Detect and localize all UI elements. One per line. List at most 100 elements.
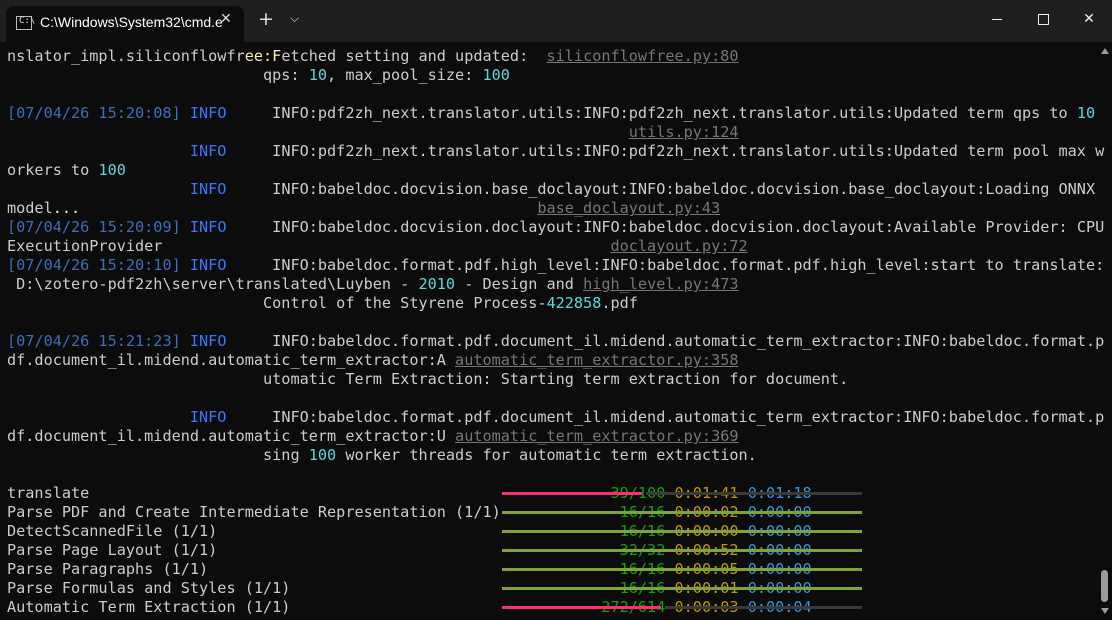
terminal-text: .pdf xyxy=(601,294,638,312)
terminal-text: 100 xyxy=(482,66,510,84)
terminal-line: model... base_doclayout.py:43 xyxy=(7,199,720,218)
terminal-text: etched setting and updated: xyxy=(281,47,547,65)
terminal-line: sing 100 worker threads for automatic te… xyxy=(7,446,757,465)
maximize-button[interactable] xyxy=(1020,0,1066,38)
terminal-text: D:\zotero-pdf2zh\server\translated\Luybe… xyxy=(7,275,419,293)
terminal-text: INFO xyxy=(189,104,227,122)
terminal-text: INFO:pdf2zh_next.translator.utils:INFO:p… xyxy=(226,104,1077,122)
terminal-text: automatic_term_extractor.py:369 xyxy=(455,427,739,445)
terminal-text: INFO:babeldoc.format.pdf.high_level:INFO… xyxy=(226,256,1105,274)
terminal-text: INFO:babeldoc.format.pdf.document_il.mid… xyxy=(226,332,1105,350)
terminal-line: [07/04/26 15:20:10] INFO INFO:babeldoc.f… xyxy=(7,256,1104,275)
terminal-line: utils.py:124 xyxy=(7,123,739,142)
terminal-line: qps: 10, max_pool_size: 100 xyxy=(7,66,510,85)
terminal-line: orkers to 100 xyxy=(7,161,126,180)
terminal-line: df.document_il.midend.automatic_term_ext… xyxy=(7,351,739,370)
terminal-text: 100 xyxy=(98,161,126,179)
progress-bar-complete xyxy=(502,530,862,533)
terminal-line: nslator_impl.siliconflowfree:Fetched set… xyxy=(7,47,739,66)
terminal-text: ee:F xyxy=(244,47,282,65)
scroll-up-icon[interactable] xyxy=(1101,48,1109,54)
progress-bar-remaining xyxy=(646,492,862,495)
terminal-text: Parse Page Layout (1/1) xyxy=(7,541,565,559)
terminal-text: INFO xyxy=(189,180,227,198)
terminal-text: df.document_il.midend.automatic_term_ext… xyxy=(7,351,456,369)
terminal-text: ... xyxy=(52,199,81,217)
terminal-text: DetectScannedFile (1/1) xyxy=(7,522,565,540)
terminal-text: INFO:babeldoc.docvision.base_doclayout:I… xyxy=(226,180,1096,198)
terminal-tab[interactable]: C:\ C:\Windows\System32\cmd.e ✕ xyxy=(6,6,244,42)
terminal-text: sing xyxy=(7,446,309,464)
cmd-icon: C:\ xyxy=(16,16,35,30)
terminal-text: INFO:pdf2zh_next.translator.utils:INFO:p… xyxy=(226,142,1105,160)
terminal-text: , max_pool_size: xyxy=(327,66,483,84)
terminal-text: - Design and xyxy=(455,275,584,293)
close-tab-icon[interactable]: ✕ xyxy=(220,11,232,27)
terminal-text: 422858 xyxy=(546,294,602,312)
terminal-text: [07/04/26 15:20:08] xyxy=(7,104,181,122)
terminal-line: [07/04/26 15:20:09] INFO INFO:babeldoc.d… xyxy=(7,218,1104,237)
terminal-text: Parse PDF and Create Intermediate Repres… xyxy=(7,503,565,521)
terminal-text: INFO xyxy=(189,256,227,274)
scroll-down-icon[interactable] xyxy=(1101,608,1109,614)
tab-title: C:\Windows\System32\cmd.e xyxy=(40,14,223,30)
terminal-output[interactable]: nslator_impl.siliconflowfree:Fetched set… xyxy=(7,47,1104,617)
terminal-text: 10 xyxy=(1076,104,1096,122)
title-bar: C:\ C:\Windows\System32\cmd.e ✕ + ⌵ ✕ xyxy=(0,0,1112,42)
terminal-text: INFO xyxy=(189,142,227,160)
terminal-line: Control of the Styrene Process-422858.pd… xyxy=(7,294,638,313)
progress-bar-fill xyxy=(502,492,642,495)
terminal-line: ExecutionProvider doclayout.py:72 xyxy=(7,237,748,256)
terminal-text: siliconflowfree.py:80 xyxy=(546,47,739,65)
terminal-text: base_doclayout.py:43 xyxy=(537,199,721,217)
progress-bar-fill xyxy=(502,606,661,609)
terminal-text: [07/04/26 15:20:10] xyxy=(7,256,181,274)
terminal-text: 2010 xyxy=(418,275,456,293)
terminal-line: df.document_il.midend.automatic_term_ext… xyxy=(7,427,739,446)
terminal-text: high_level.py:473 xyxy=(583,275,739,293)
terminal-line: D:\zotero-pdf2zh\server\translated\Luybe… xyxy=(7,275,739,294)
progress-bar-complete xyxy=(502,511,862,514)
maximize-icon xyxy=(1037,13,1049,25)
close-window-button[interactable]: ✕ xyxy=(1066,0,1112,38)
terminal-text: INFO:babeldoc.format.pdf.document_il.mid… xyxy=(226,408,1105,426)
terminal-text: nslator_impl.siliconflowfr xyxy=(7,47,245,65)
minimize-icon xyxy=(992,18,1002,20)
terminal-line: [07/04/26 15:20:08] INFO INFO:pdf2zh_nex… xyxy=(7,104,1095,123)
terminal-line: utomatic Term Extraction: Starting term … xyxy=(7,370,848,389)
terminal-text: INFO xyxy=(189,332,227,350)
terminal-text: INFO xyxy=(189,408,227,426)
terminal-text: df.document_il.midend.automatic_term_ext… xyxy=(7,427,456,445)
terminal-text: ExecutionProvider xyxy=(7,237,611,255)
terminal-text: utils.py:124 xyxy=(628,123,739,141)
progress-bar-complete xyxy=(502,549,862,552)
terminal-text: translate xyxy=(7,484,565,502)
vertical-scrollbar[interactable] xyxy=(1098,42,1112,620)
scrollbar-thumb[interactable] xyxy=(1101,570,1108,602)
terminal-text: INFO xyxy=(189,218,227,236)
progress-bar-remaining xyxy=(665,606,862,609)
progress-bar-complete xyxy=(502,568,862,571)
terminal-text: worker threads for automatic term extrac… xyxy=(336,446,757,464)
progress-bar-complete xyxy=(502,587,862,590)
minimize-button[interactable] xyxy=(974,0,1020,38)
terminal-line: [07/04/26 15:21:23] INFO INFO:babeldoc.f… xyxy=(7,332,1104,351)
terminal-text: utomatic Term Extraction: Starting term … xyxy=(7,370,849,388)
chevron-down-icon[interactable]: ⌵ xyxy=(290,11,299,26)
terminal-text: doclayout.py:72 xyxy=(610,237,748,255)
terminal-text: automatic_term_extractor.py:358 xyxy=(455,351,739,369)
terminal-text: orkers to xyxy=(7,161,99,179)
new-tab-icon[interactable]: + xyxy=(258,8,274,30)
terminal-text: Parse Paragraphs (1/1) xyxy=(7,560,565,578)
terminal-line: INFO INFO:babeldoc.docvision.base_doclay… xyxy=(7,180,1095,199)
terminal-text: model xyxy=(7,199,53,217)
terminal-line: INFO INFO:babeldoc.format.pdf.document_i… xyxy=(7,408,1104,427)
